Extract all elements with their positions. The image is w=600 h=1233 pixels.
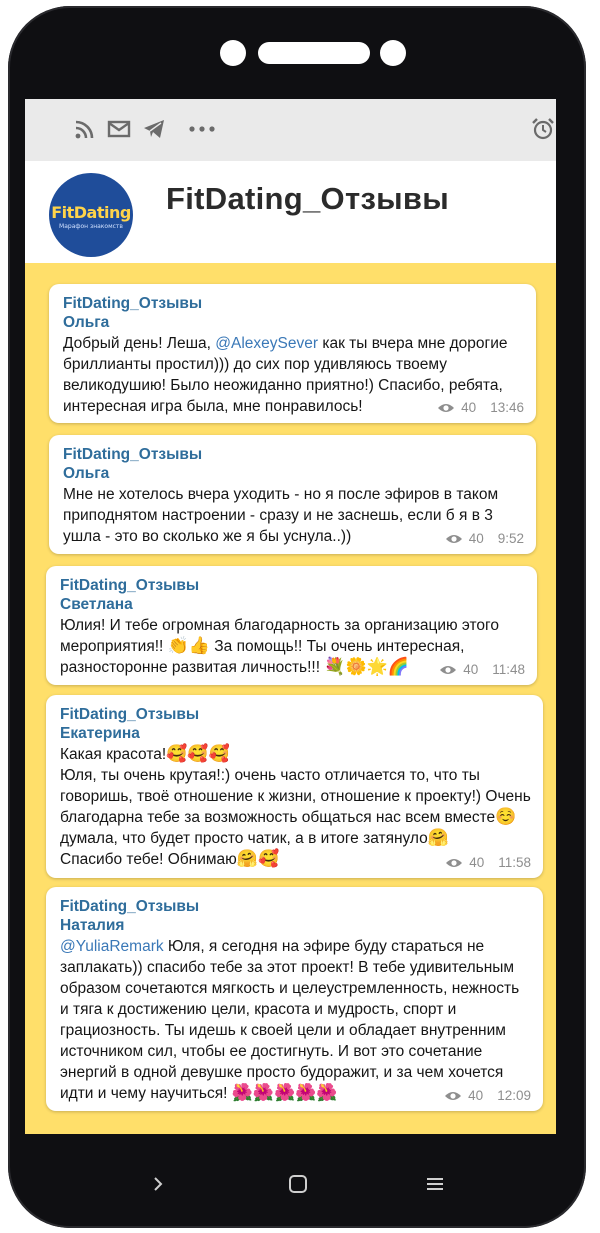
message-time: 13:46 (490, 400, 524, 415)
view-count: 40 (468, 1088, 484, 1103)
text-segment: Добрый день! Леша, (63, 335, 216, 352)
message-channel[interactable]: FitDating_Отзывы (63, 294, 524, 313)
message-time: 12:09 (497, 1088, 531, 1103)
channel-title: FitDating_Отзывы (166, 181, 450, 216)
emoji-smile: ☺️ (495, 807, 517, 826)
emoji-clap-thumbs: 👏👍 (167, 636, 210, 655)
emoji-hibiscus: 🌺🌺🌺🌺🌺 (231, 1083, 338, 1102)
speaker-grille (258, 42, 370, 64)
eye-icon (438, 403, 455, 412)
eye-icon (446, 858, 463, 867)
message-bubble[interactable]: FitDating_Отзывы Екатерина Какая красота… (46, 695, 543, 878)
channel-header: FitDating Марафон знакомств FitDating_От… (25, 161, 556, 263)
emoji-hug: 🤗 (427, 828, 449, 847)
message-feed[interactable]: FitDating_Отзывы Ольга Добрый день! Леша… (25, 263, 556, 1134)
phone-nav-bar (0, 1150, 600, 1220)
eye-icon (445, 534, 462, 543)
message-text: Какая красота!🥰🥰🥰 Юля, ты очень крутая!:)… (60, 744, 531, 870)
text-segment: Спасибо тебе! Обнимаю (60, 851, 237, 868)
telegram-icon[interactable] (142, 117, 166, 141)
channel-avatar[interactable]: FitDating Марафон знакомств (49, 173, 133, 257)
text-segment: думала, что будет просто чатик, а в итог… (60, 830, 428, 847)
message-author[interactable]: Наталия (60, 916, 531, 936)
message-meta: 40 12:09 (444, 1088, 531, 1103)
message-bubble[interactable]: FitDating_Отзывы Наталия @YuliaRemark Юл… (46, 887, 543, 1111)
more-icon[interactable] (187, 117, 217, 141)
eye-icon (440, 665, 457, 674)
view-count: 40 (463, 662, 479, 677)
sensor-dot (380, 40, 406, 66)
view-count: 40 (469, 855, 485, 870)
rss-icon[interactable] (73, 117, 97, 141)
message-meta: 40 13:46 (437, 400, 524, 415)
emoji-flowers: 💐🌼🌟🌈 (324, 657, 410, 676)
message-author[interactable]: Светлана (60, 595, 525, 615)
message-channel[interactable]: FitDating_Отзывы (63, 445, 524, 464)
message-bubble[interactable]: FitDating_Отзывы Светлана Юлия! И тебе о… (46, 566, 537, 685)
mention-link[interactable]: @YuliaRemark (60, 938, 164, 955)
phone-screen: FitDating Марафон знакомств FitDating_От… (25, 99, 556, 1134)
menu-icon[interactable] (415, 1164, 455, 1204)
message-author[interactable]: Ольга (63, 313, 524, 333)
message-meta: 40 11:58 (445, 855, 531, 870)
message-author[interactable]: Екатерина (60, 724, 531, 744)
avatar-logo-subtitle: Марафон знакомств (59, 222, 123, 230)
top-bar (25, 99, 556, 161)
text-segment: Юля, я сегодня на эфире буду стараться н… (60, 938, 520, 1102)
home-icon[interactable] (278, 1164, 318, 1204)
message-meta: 40 9:52 (445, 531, 524, 546)
message-time: 11:58 (498, 855, 531, 870)
message-text: @YuliaRemark Юля, я сегодня на эфире буд… (60, 936, 531, 1104)
mail-icon[interactable] (107, 117, 131, 141)
message-meta: 40 11:48 (439, 662, 525, 677)
text-segment: Какая красота! (60, 746, 167, 763)
alarm-icon[interactable] (531, 117, 555, 141)
back-icon[interactable] (138, 1164, 178, 1204)
camera-dot (220, 40, 246, 66)
message-author[interactable]: Ольга (63, 464, 524, 484)
avatar-logo: FitDating (51, 202, 131, 222)
view-count: 40 (468, 531, 484, 546)
emoji-hug-love: 🤗🥰 (236, 849, 280, 868)
mention-link[interactable]: @AlexeySever (215, 335, 318, 352)
view-count: 40 (461, 400, 477, 415)
message-channel[interactable]: FitDating_Отзывы (60, 576, 525, 595)
eye-icon (445, 1091, 462, 1100)
message-time: 9:52 (497, 531, 524, 546)
text-segment: Юля, ты очень крутая!:) очень часто отли… (60, 767, 531, 826)
message-bubble[interactable]: FitDating_Отзывы Ольга Добрый день! Леша… (49, 284, 536, 423)
message-time: 11:48 (492, 662, 525, 677)
message-channel[interactable]: FitDating_Отзывы (60, 705, 531, 724)
emoji-love-faces: 🥰🥰🥰 (166, 744, 230, 763)
message-channel[interactable]: FitDating_Отзывы (60, 897, 531, 916)
message-bubble[interactable]: FitDating_Отзывы Ольга Мне не хотелось в… (49, 435, 536, 554)
